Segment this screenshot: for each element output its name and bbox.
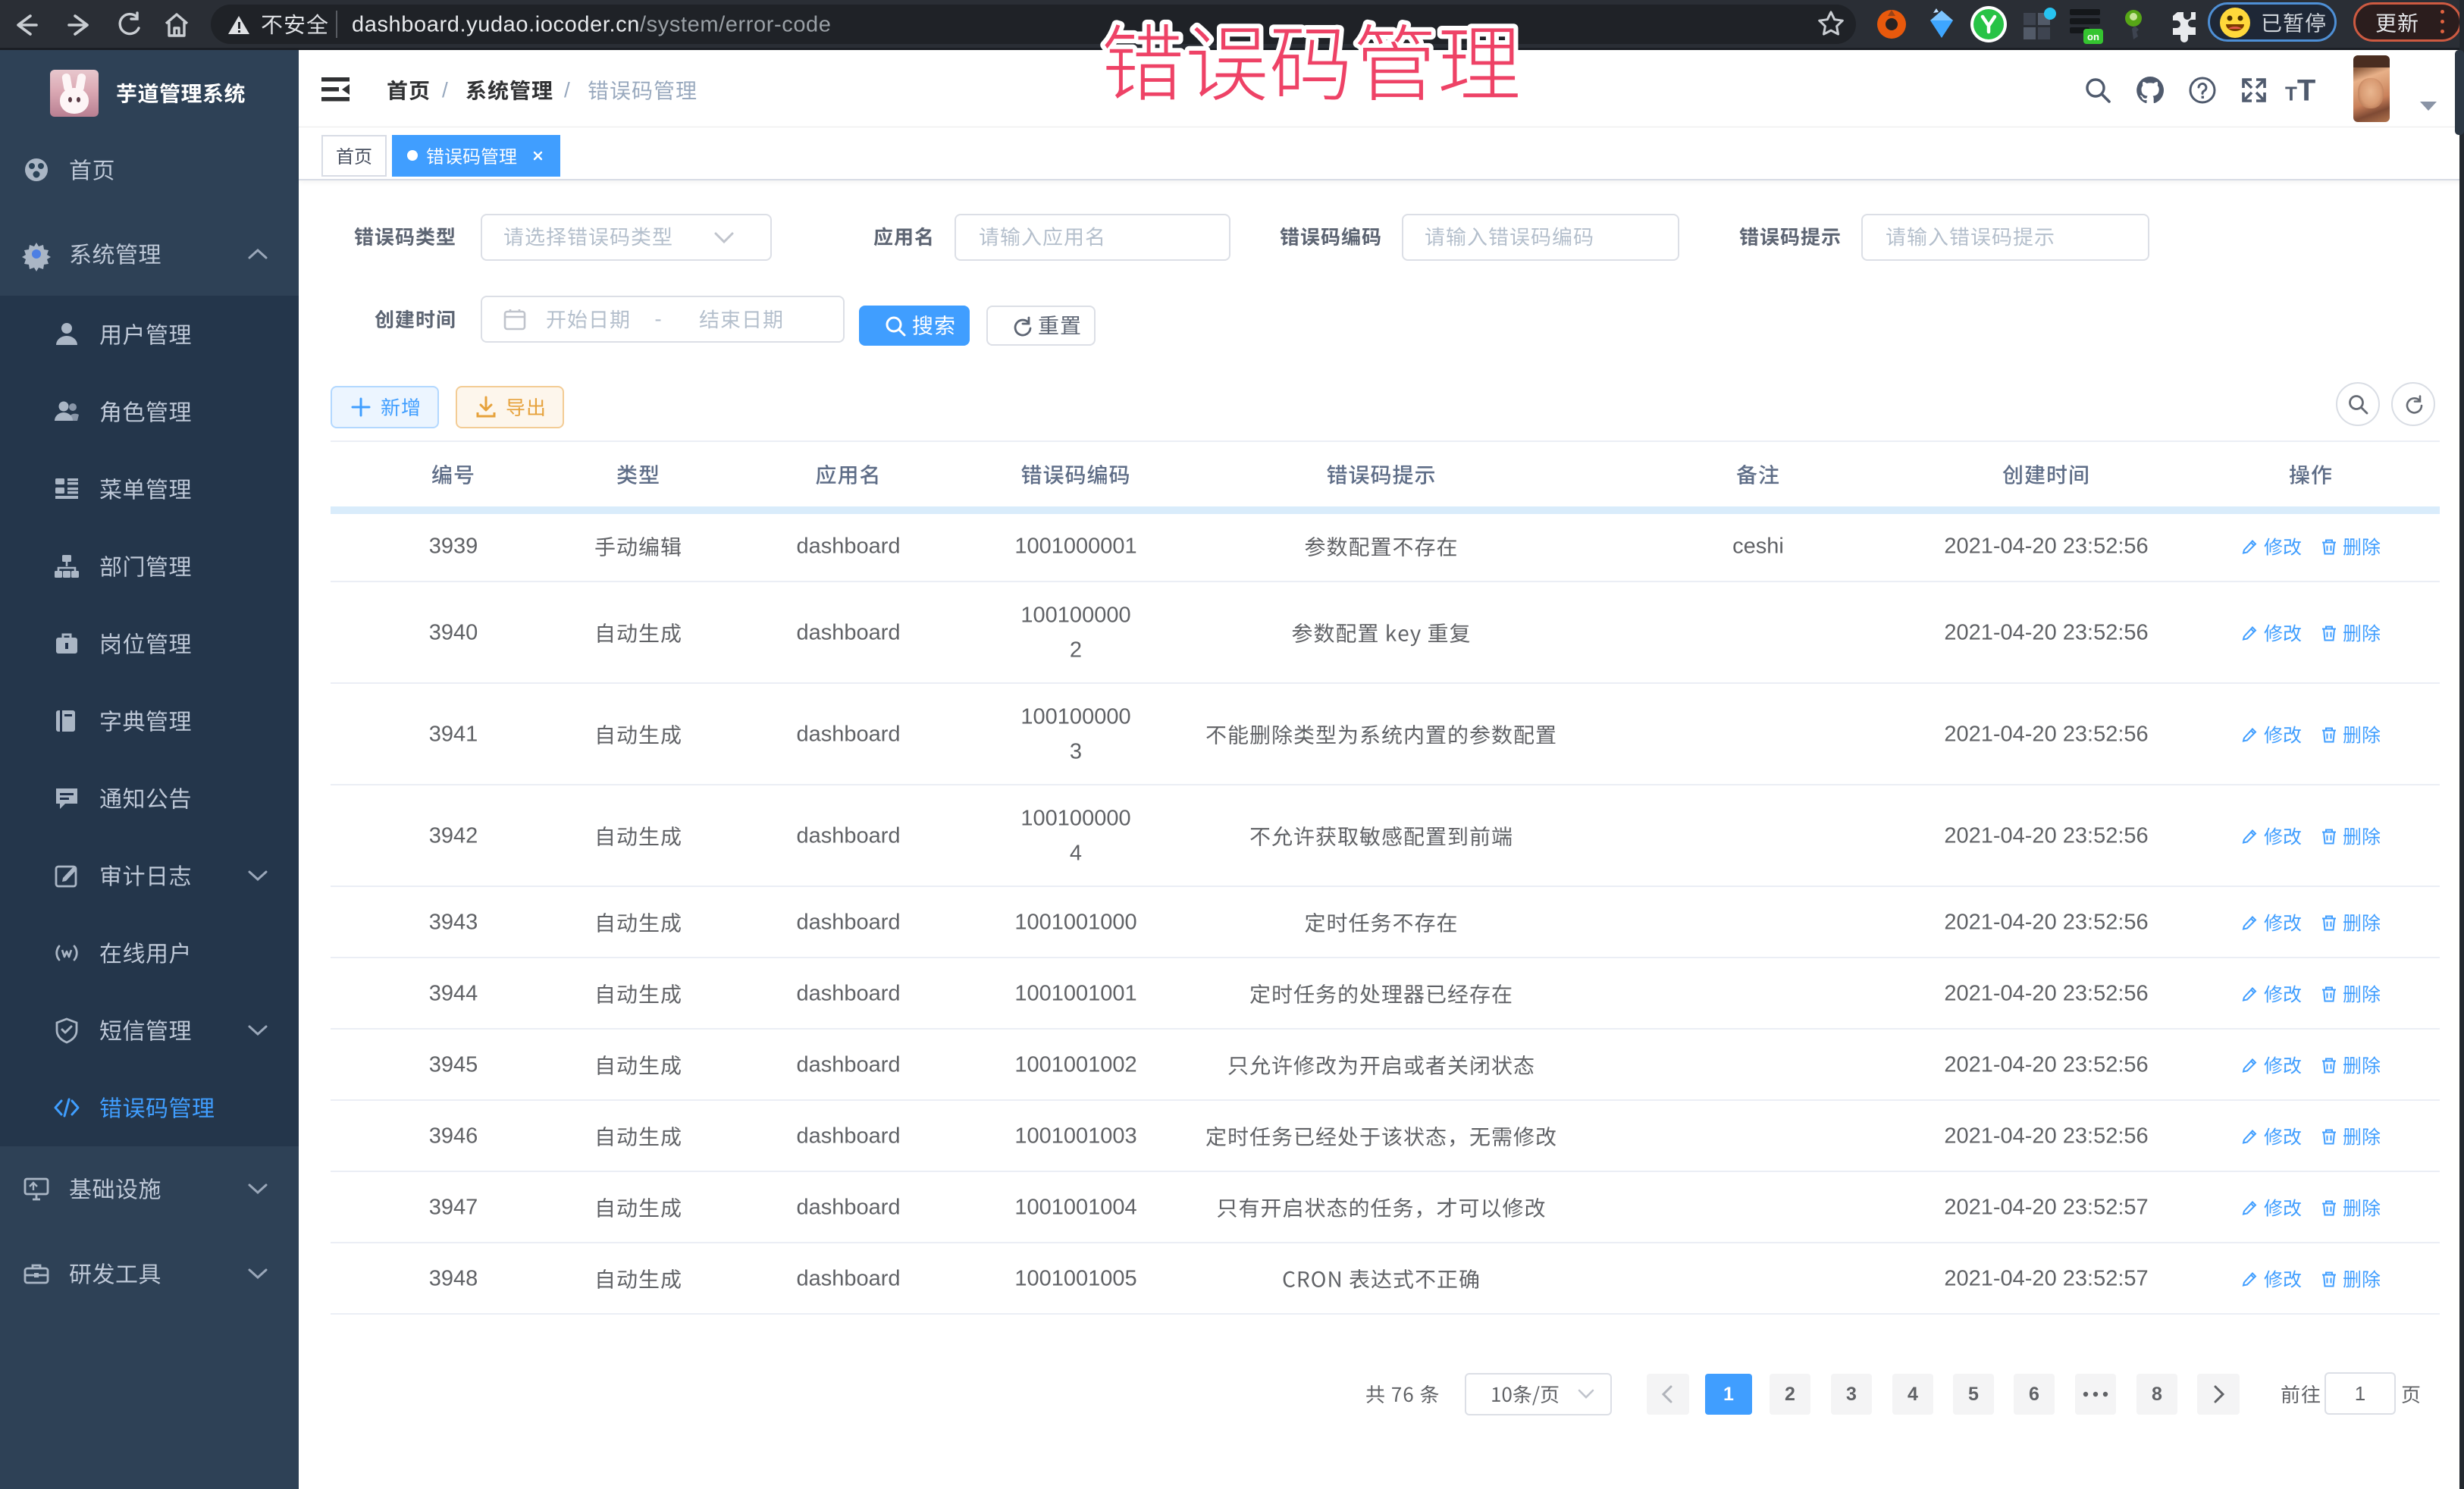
svg-text:on: on [2087, 31, 2099, 42]
